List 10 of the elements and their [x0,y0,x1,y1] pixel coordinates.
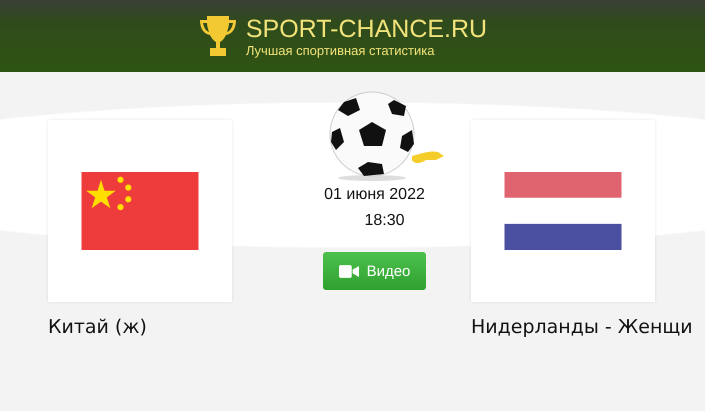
team-name[interactable]: Китай (ж) [48,316,280,338]
video-camera-icon [338,264,359,278]
match-date: 01 июня 2022 [324,186,425,204]
site-tagline: Лучшая спортивная статистика [246,42,436,58]
site-name[interactable]: SPORT-CHANCE.RU [246,14,488,42]
team-name[interactable]: Нидерланды - Женщи [471,316,703,338]
flag-icon [81,172,199,250]
flag-icon [504,172,622,250]
match-time: 18:30 [364,212,405,230]
trophy-icon [198,14,238,58]
